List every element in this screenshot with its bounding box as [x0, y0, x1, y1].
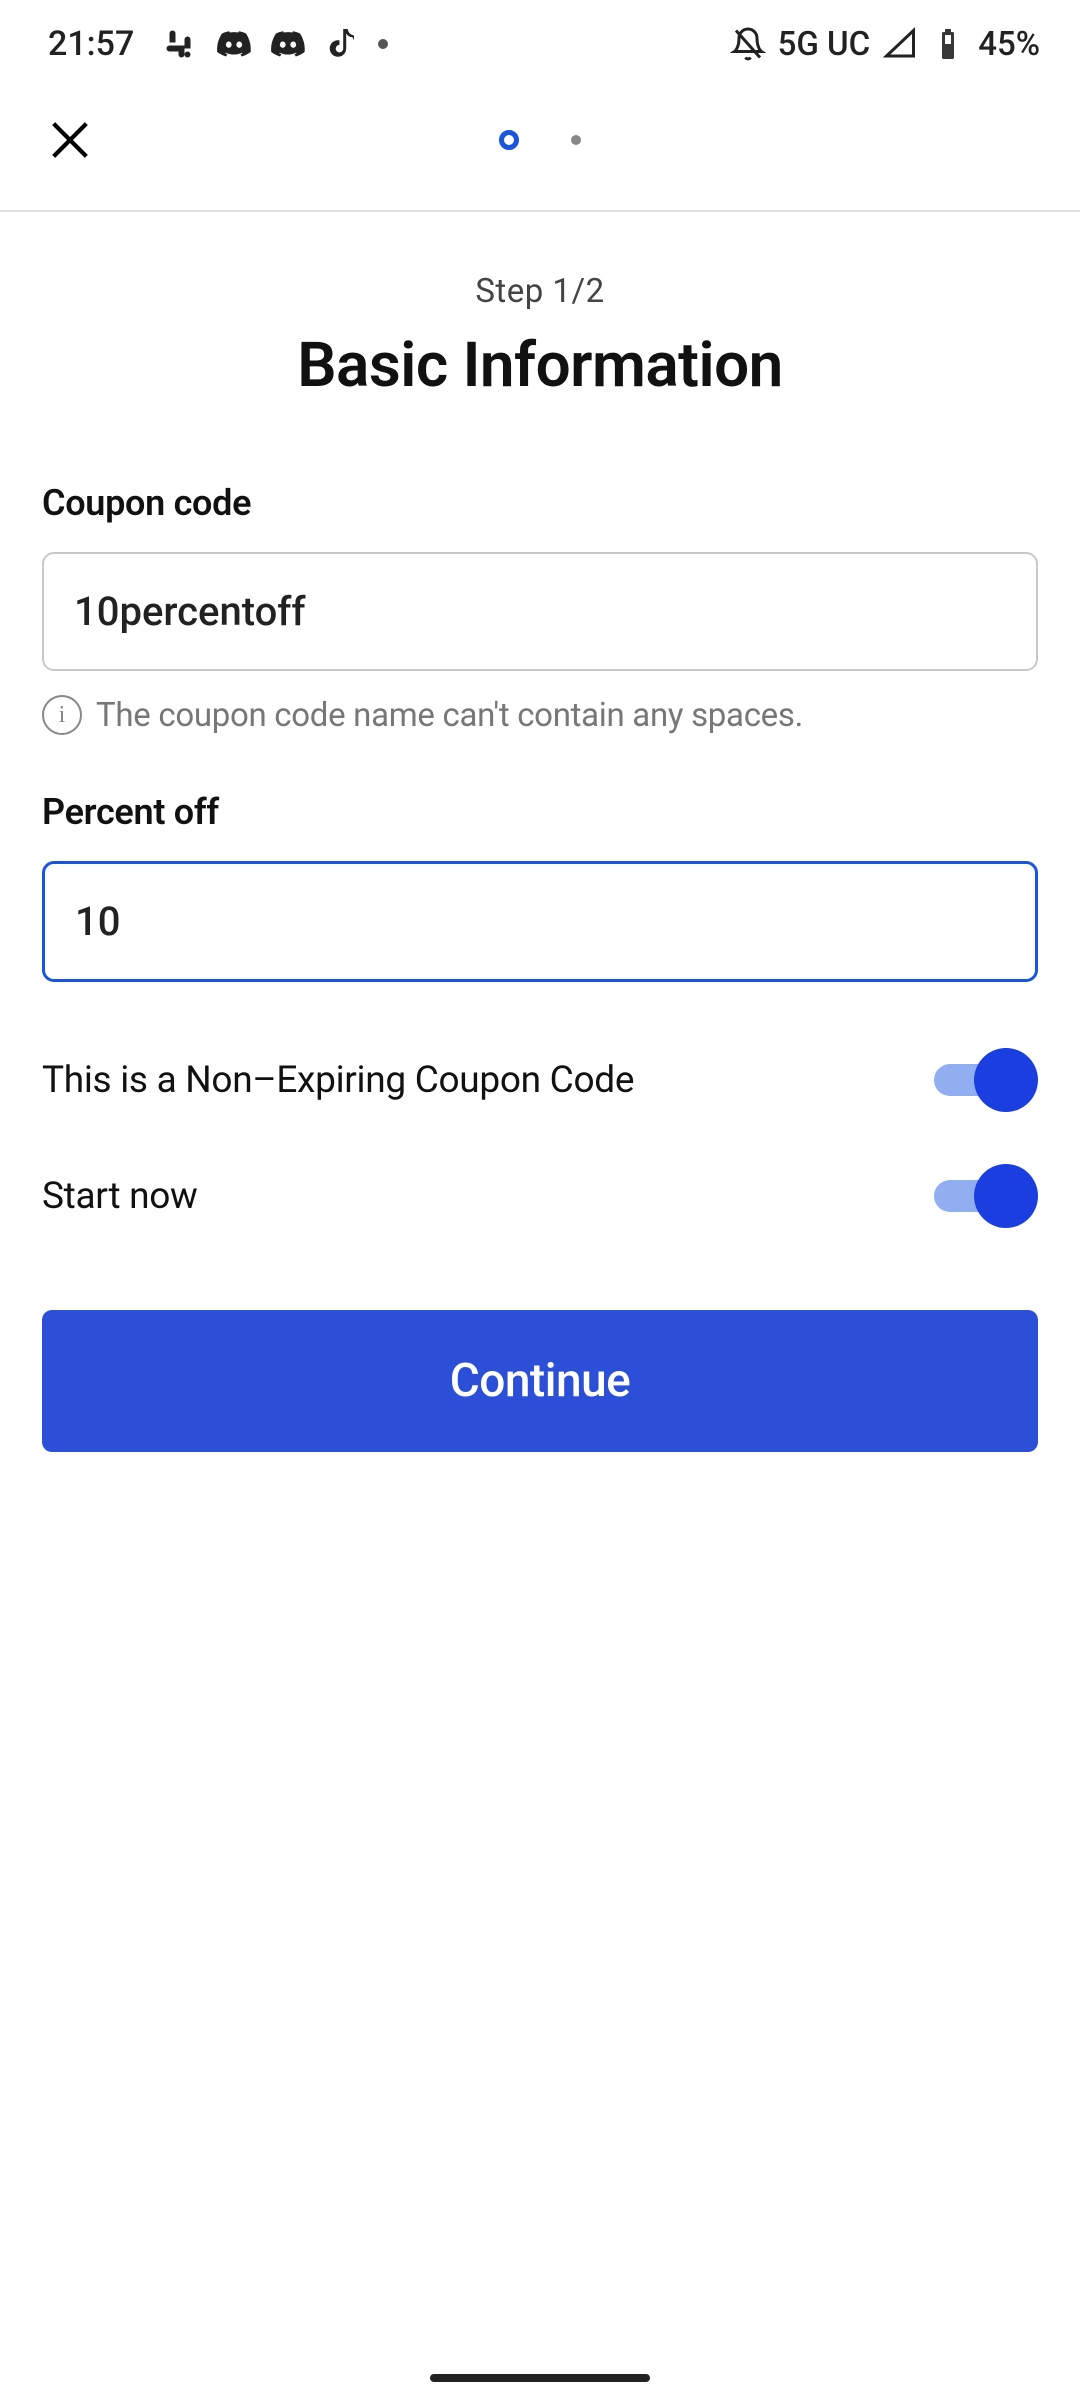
bell-off-icon: [730, 26, 766, 62]
battery-label: 45%: [978, 25, 1040, 64]
page-title: Basic Information: [42, 329, 1038, 402]
percent-off-label: Percent off: [42, 791, 1038, 833]
percent-off-input[interactable]: [42, 861, 1038, 982]
start-now-row: Start now: [42, 1164, 1038, 1228]
discord-icon-2: [270, 26, 306, 62]
non-expiring-label: This is a Non–Expiring Coupon Code: [42, 1059, 634, 1102]
close-button[interactable]: [40, 110, 100, 170]
signal-icon: [882, 26, 918, 62]
coupon-code-input[interactable]: [42, 552, 1038, 671]
more-dot-icon: [378, 39, 388, 49]
start-now-label: Start now: [42, 1175, 198, 1218]
discord-icon: [216, 26, 252, 62]
info-icon: i: [42, 695, 82, 735]
step-dot-1: [499, 130, 519, 150]
close-icon: [42, 112, 98, 168]
coupon-code-hint: i The coupon code name can't contain any…: [42, 695, 1038, 735]
battery-icon: [930, 26, 966, 62]
status-bar: 21:57 5G UC 45%: [0, 0, 1080, 80]
status-time: 21:57: [48, 24, 134, 64]
coupon-code-hint-text: The coupon code name can't contain any s…: [96, 696, 803, 735]
content: Step 1/2 Basic Information Coupon code i…: [0, 212, 1080, 1452]
coupon-code-field: Coupon code i The coupon code name can't…: [42, 482, 1038, 735]
step-label: Step 1/2: [42, 272, 1038, 311]
percent-off-field: Percent off: [42, 791, 1038, 982]
non-expiring-row: This is a Non–Expiring Coupon Code: [42, 1048, 1038, 1112]
step-indicator: [499, 130, 581, 150]
non-expiring-toggle[interactable]: [934, 1048, 1038, 1112]
network-label: 5G UC: [778, 25, 871, 64]
status-right: 5G UC 45%: [730, 25, 1040, 64]
header: [0, 80, 1080, 212]
coupon-code-label: Coupon code: [42, 482, 1038, 524]
slack-icon: [162, 26, 198, 62]
status-left: 21:57: [48, 24, 388, 64]
nav-bar-handle[interactable]: [430, 2374, 650, 2382]
continue-button[interactable]: Continue: [42, 1310, 1038, 1452]
start-now-toggle[interactable]: [934, 1164, 1038, 1228]
step-dot-2: [571, 135, 581, 145]
status-icons-left: [162, 26, 388, 62]
tiktok-icon: [324, 26, 360, 62]
